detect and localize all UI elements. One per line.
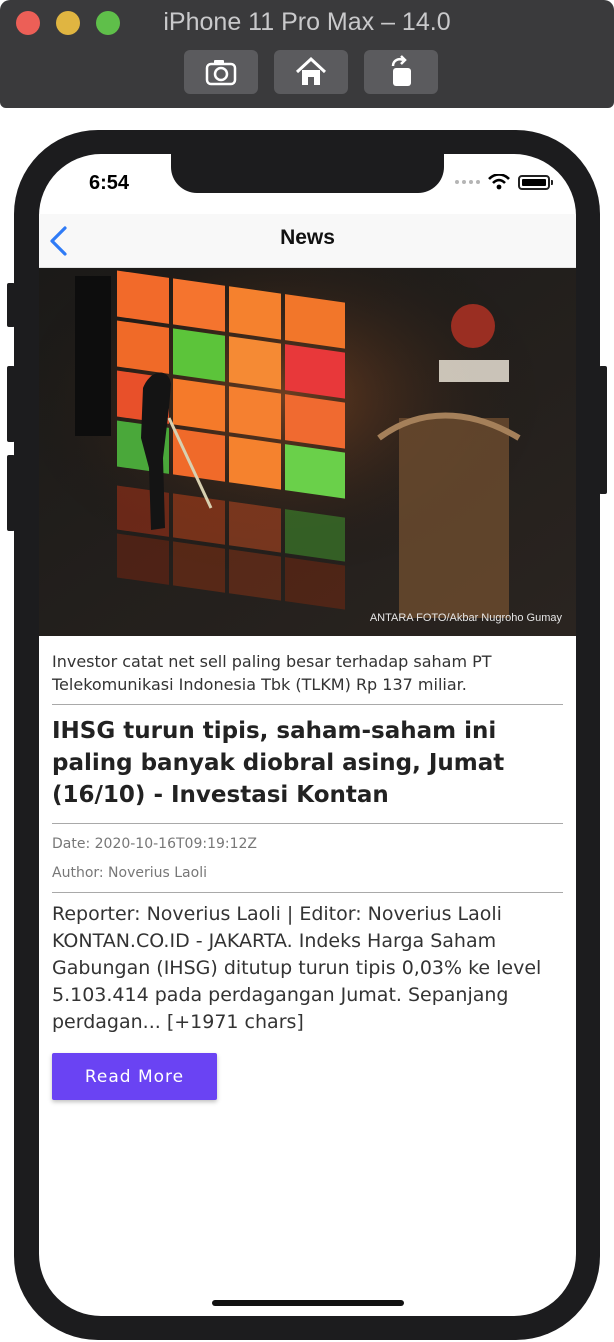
mute-switch bbox=[7, 283, 15, 327]
status-time: 6:54 bbox=[89, 172, 130, 194]
rotate-icon bbox=[391, 55, 411, 86]
power-button bbox=[599, 366, 607, 494]
battery-icon bbox=[518, 174, 553, 190]
rotate-button[interactable] bbox=[364, 50, 438, 94]
volume-up-button bbox=[7, 366, 15, 442]
home-indicator[interactable] bbox=[212, 1300, 404, 1306]
volume-down-button bbox=[7, 455, 15, 531]
phone-screen: 6:54 News ANTARA FOTO/Akbar Nugroho Guma… bbox=[39, 154, 576, 1316]
article-image: ANTARA FOTO/Akbar Nugroho Gumay bbox=[39, 268, 576, 636]
image-credit: ANTARA FOTO/Akbar Nugroho Gumay bbox=[369, 612, 562, 624]
notch bbox=[171, 154, 444, 193]
simulator-titlebar: iPhone 11 Pro Max – 14.0 bbox=[0, 0, 614, 108]
article-date: Date: 2020-10-16T09:19:12Z bbox=[52, 836, 258, 852]
home-icon bbox=[295, 56, 327, 85]
status-icons bbox=[455, 174, 553, 190]
navigation-bar: News bbox=[39, 214, 576, 268]
article-content: Investor catat net sell paling besar ter… bbox=[52, 636, 563, 1100]
read-more-button[interactable]: Read More bbox=[52, 1053, 217, 1100]
signal-dots-icon bbox=[455, 180, 480, 184]
article-title: IHSG turun tipis, saham-saham ini paling… bbox=[52, 718, 505, 808]
screenshot-button[interactable] bbox=[184, 50, 258, 94]
camera-icon bbox=[205, 60, 237, 86]
stock-board-photo bbox=[39, 268, 576, 636]
wifi-icon bbox=[488, 174, 510, 190]
window-title: iPhone 11 Pro Max – 14.0 bbox=[163, 8, 451, 36]
article-description: Investor catat net sell paling besar ter… bbox=[52, 652, 492, 694]
home-button[interactable] bbox=[274, 50, 348, 94]
nav-title: News bbox=[280, 226, 335, 249]
article-author: Author: Noverius Laoli bbox=[52, 865, 207, 881]
article-body: Reporter: Noverius Laoli | Editor: Nover… bbox=[52, 903, 542, 1033]
